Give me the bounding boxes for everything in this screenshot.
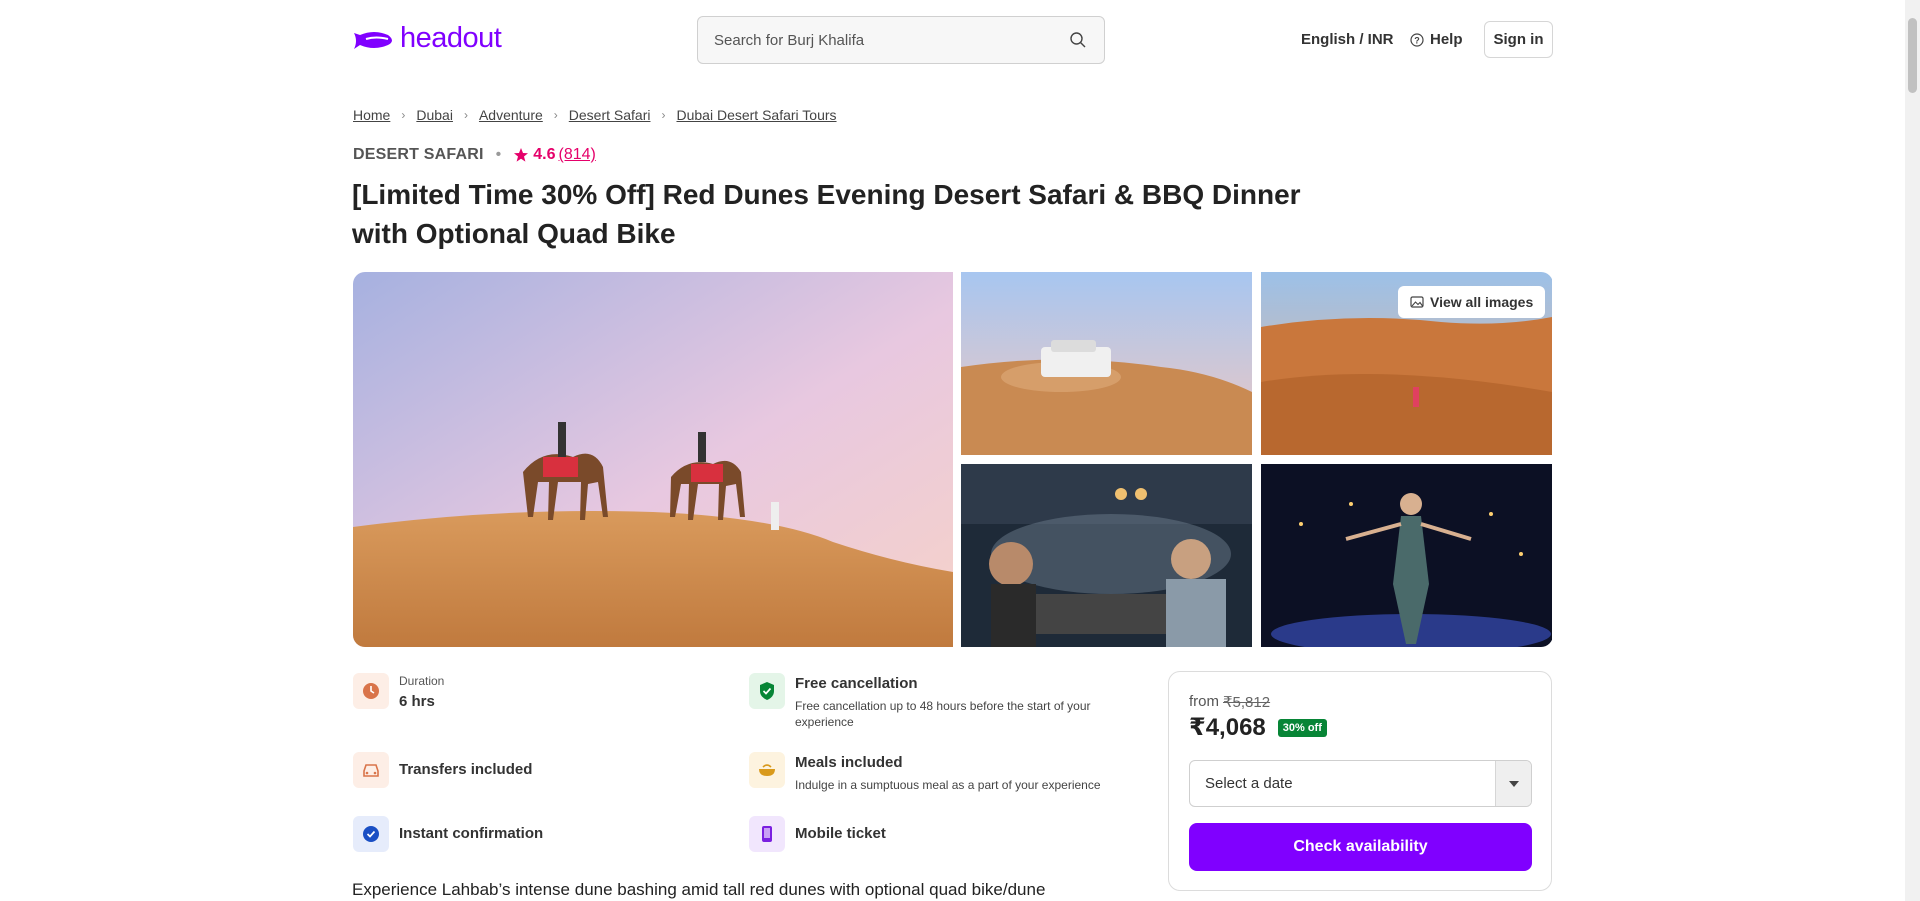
image-gallery-icon xyxy=(1410,296,1424,308)
chevron-right-icon: › xyxy=(463,108,468,122)
feature-mobile-ticket: Mobile ticket xyxy=(749,816,886,852)
search-input[interactable] xyxy=(714,31,1068,49)
scrollbar-thumb[interactable] xyxy=(1908,18,1917,93)
help-icon: ? xyxy=(1410,32,1424,47)
experience-description: Experience Lahbab’s intense dune bashing… xyxy=(352,880,1046,899)
breadcrumb: Home › Dubai › Adventure › Desert Safari… xyxy=(353,107,837,123)
breadcrumb-desert-safari[interactable]: Desert Safari xyxy=(569,107,651,123)
caret-down-icon[interactable] xyxy=(1495,761,1531,806)
duration-value: 6 hrs xyxy=(399,693,435,710)
chevron-right-icon: › xyxy=(553,108,558,122)
breadcrumb-adventure[interactable]: Adventure xyxy=(479,107,543,123)
sign-in-button[interactable]: Sign in xyxy=(1484,21,1553,58)
date-selector[interactable]: Select a date xyxy=(1189,760,1532,807)
shield-check-icon xyxy=(749,673,785,709)
breadcrumb-dubai-desert-safari-tours[interactable]: Dubai Desert Safari Tours xyxy=(676,107,836,123)
search-bar[interactable] xyxy=(697,16,1105,64)
breadcrumb-dubai[interactable]: Dubai xyxy=(416,107,453,123)
search-icon[interactable] xyxy=(1068,30,1088,50)
category-rating-row: DESERT SAFARI • 4.6 (814) xyxy=(353,146,596,164)
mobile-ticket-label: Mobile ticket xyxy=(795,825,886,842)
rating-value: 4.6 xyxy=(533,146,556,163)
page-scrollbar[interactable] xyxy=(1905,0,1920,901)
meals-title: Meals included xyxy=(795,754,903,771)
category-label[interactable]: DESERT SAFARI xyxy=(353,146,484,164)
original-price: ₹5,812 xyxy=(1223,694,1271,711)
image-gallery[interactable] xyxy=(353,272,1553,647)
clock-icon xyxy=(353,673,389,709)
feature-free-cancellation: Free cancellation Free cancellation up t… xyxy=(749,673,1105,730)
logo-text: headout xyxy=(400,22,502,54)
check-availability-button[interactable]: Check availability xyxy=(1189,823,1532,871)
svg-text:?: ? xyxy=(1414,35,1420,45)
language-currency-selector[interactable]: English / INR xyxy=(1301,31,1394,48)
from-label: from xyxy=(1189,693,1219,710)
help-link[interactable]: ? Help xyxy=(1410,31,1463,48)
blimp-logo-icon xyxy=(354,31,392,49)
meals-description: Indulge in a sumptuous meal as a part of… xyxy=(795,778,1101,792)
free-cancellation-title: Free cancellation xyxy=(795,675,918,692)
date-selector-label: Select a date xyxy=(1205,775,1293,792)
current-price: ₹4,068 xyxy=(1189,714,1266,741)
instant-confirmation-label: Instant confirmation xyxy=(399,825,544,842)
booking-card: from ₹5,812 ₹4,068 30% off Select a date… xyxy=(1168,671,1552,891)
headout-logo[interactable]: headout xyxy=(352,22,502,55)
feature-duration: Duration 6 hrs xyxy=(353,673,444,710)
separator-dot: • xyxy=(495,146,502,163)
review-count-link[interactable]: (814) xyxy=(558,146,595,164)
mobile-phone-icon xyxy=(749,816,785,852)
chevron-right-icon: › xyxy=(661,108,666,122)
transfers-label: Transfers included xyxy=(399,761,533,778)
page-title: [Limited Time 30% Off] Red Dunes Evening… xyxy=(352,179,1301,249)
meal-bowl-icon xyxy=(749,752,785,788)
check-circle-icon xyxy=(353,816,389,852)
discount-badge: 30% off xyxy=(1277,718,1327,737)
dune-bashing-suv-image[interactable] xyxy=(961,272,1252,455)
free-cancellation-description: Free cancellation up to 48 hours before … xyxy=(795,699,1091,729)
help-label: Help xyxy=(1430,31,1463,48)
breadcrumb-home[interactable]: Home xyxy=(353,107,390,123)
price-row: ₹4,068 30% off xyxy=(1189,713,1327,742)
duration-label: Duration xyxy=(399,674,445,688)
view-all-images-button[interactable]: View all images xyxy=(1398,286,1546,318)
view-all-images-label: View all images xyxy=(1430,294,1534,310)
car-icon xyxy=(353,752,389,788)
belly-dance-image[interactable] xyxy=(1261,464,1552,647)
from-price-row: from ₹5,812 xyxy=(1189,693,1270,711)
feature-instant-confirmation: Instant confirmation xyxy=(353,816,543,852)
star-icon xyxy=(514,148,529,162)
feature-meals: Meals included Indulge in a sumptuous me… xyxy=(749,752,1105,793)
bbq-dinner-image[interactable] xyxy=(961,464,1252,647)
chevron-right-icon: › xyxy=(401,108,406,122)
camel-desert-image[interactable] xyxy=(353,272,953,647)
feature-transfers: Transfers included xyxy=(353,752,532,788)
